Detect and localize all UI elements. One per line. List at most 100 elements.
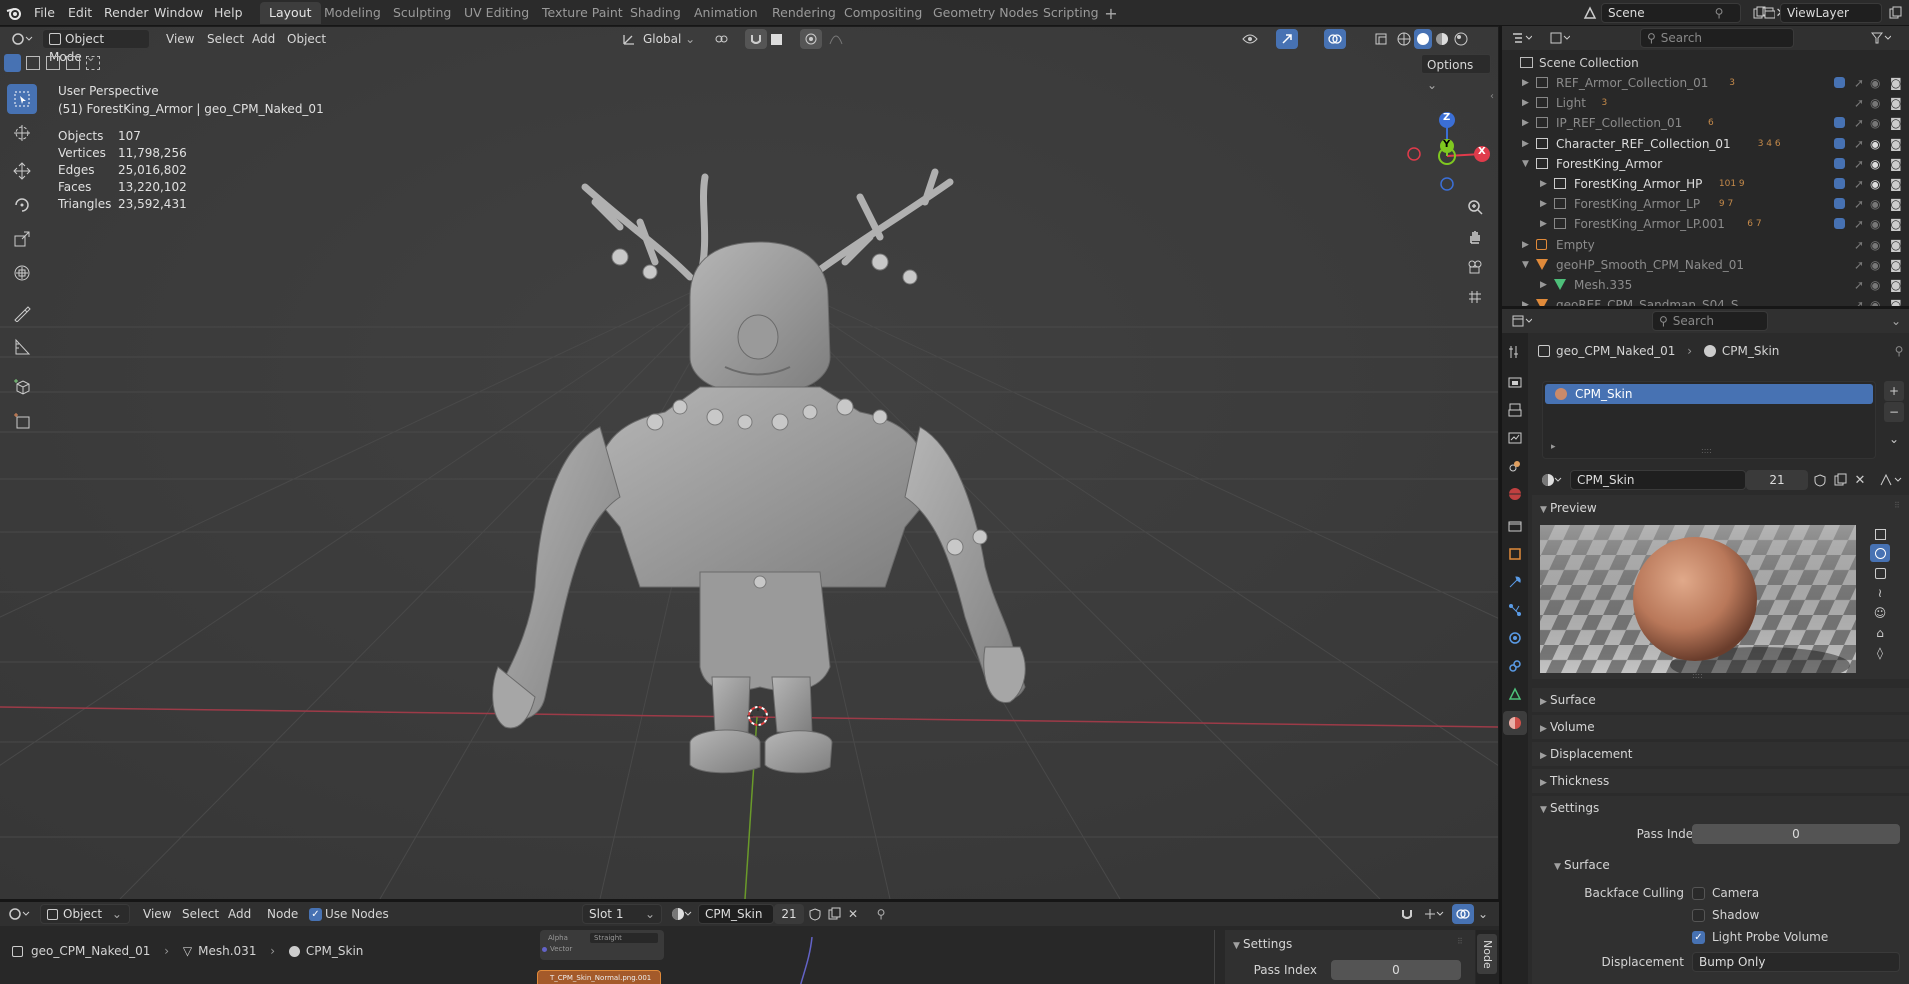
chevron-down-icon[interactable]: ⌄ [1888, 313, 1904, 329]
node-menu-add[interactable]: Add [223, 904, 256, 924]
scene-tab-icon[interactable] [1506, 457, 1524, 475]
modifier-tab-icon[interactable] [1506, 573, 1524, 591]
outliner-row[interactable]: ▶ Mesh.335 ➚ ◉ ◙ [1502, 275, 1909, 295]
chevron-right-icon[interactable]: ▶ [1522, 134, 1529, 154]
data-tab-icon[interactable] [1506, 685, 1524, 703]
add-object-tool-icon[interactable] [7, 406, 37, 436]
shader-type-select[interactable]: Object ⌄ [40, 904, 130, 924]
sidebar-settings-header[interactable]: ▼ Settings [1233, 933, 1292, 955]
properties-search[interactable]: ⚲ Search [1652, 311, 1768, 331]
filter-icon[interactable] [1867, 29, 1895, 47]
chevron-right-icon[interactable]: ▶ [1540, 194, 1547, 214]
gizmo-toggle-icon[interactable] [1276, 29, 1298, 49]
selectable-icon[interactable]: ➚ [1854, 275, 1864, 295]
visibility-eye-icon[interactable]: ◉ [1870, 255, 1880, 275]
visibility-eye-icon[interactable]: ◉ [1870, 93, 1880, 113]
pivot-icon[interactable] [712, 30, 730, 48]
select-subtract-icon[interactable] [46, 56, 60, 70]
pan-hand-icon[interactable] [1462, 224, 1488, 250]
fake-user-icon[interactable] [806, 904, 824, 924]
node-menu-node[interactable]: Node [262, 904, 303, 924]
chevron-right-icon[interactable]: ▶ [1540, 214, 1547, 234]
editor-type-icon[interactable] [8, 29, 36, 49]
xray-icon[interactable] [1370, 29, 1392, 49]
visibility-eye-icon[interactable]: ◉ [1870, 295, 1880, 306]
exclude-checkbox[interactable] [1834, 117, 1845, 129]
slot-menu-icon[interactable]: ⌄ [1884, 429, 1904, 449]
snap-target-icon[interactable] [768, 31, 784, 47]
node-menu-select[interactable]: Select [177, 904, 224, 924]
outliner-row[interactable]: ▶ Character_REF_Collection_01 3 4 6 ➚ ◉ ◙ [1502, 134, 1909, 154]
snap-mode-icon[interactable] [1420, 904, 1448, 924]
preview-flat-icon[interactable] [1870, 525, 1890, 543]
image-node-sockets[interactable]: Alpha Straight Vector [540, 930, 664, 960]
settings-header[interactable]: ▼ Settings [1540, 797, 1599, 819]
tab-shading[interactable]: Shading [621, 2, 690, 24]
transform-orientation-select[interactable]: Global ⌄ [638, 29, 704, 49]
menu-edit[interactable]: Edit [62, 3, 98, 23]
pin-icon[interactable]: ⚲ [872, 904, 890, 924]
outliner-row[interactable]: ▶ ForestKing_Armor_LP 9 7 ➚ ◉ ◙ [1502, 194, 1909, 214]
chevron-down-icon[interactable]: ▼ [1522, 255, 1529, 275]
preview-cube-icon[interactable] [1870, 564, 1890, 582]
preview-header[interactable]: ▼ Preview [1540, 497, 1597, 519]
viewlayer-icon[interactable] [1758, 3, 1778, 23]
selectable-icon[interactable]: ➚ [1854, 214, 1864, 234]
blender-logo-icon[interactable] [4, 3, 24, 23]
duplicate-material-icon[interactable] [825, 904, 843, 924]
pin-icon[interactable]: ⚲ [1892, 343, 1906, 359]
select-invert-icon[interactable] [66, 56, 80, 70]
navigation-gizmo[interactable]: Z X Y [1400, 84, 1495, 194]
select-box-tool-icon[interactable] [7, 84, 37, 114]
overlays-icon[interactable] [1324, 29, 1346, 49]
measure-tool-icon[interactable] [7, 332, 37, 362]
menu-view[interactable]: View [161, 29, 199, 49]
unlink-material-icon[interactable]: ✕ [844, 904, 862, 924]
add-cube-tool-icon[interactable] [7, 372, 37, 402]
scene-icon[interactable] [1580, 3, 1600, 23]
chevron-down-icon[interactable]: ▼ [1522, 154, 1529, 174]
tab-scripting[interactable]: Scripting [1034, 2, 1108, 24]
alpha-mode-field[interactable]: Straight [590, 933, 658, 943]
render-camera-icon[interactable]: ◙ [1890, 73, 1902, 93]
chevron-right-icon[interactable]: ▶ [1522, 93, 1529, 113]
camera-checkbox[interactable] [1692, 887, 1705, 900]
visibility-icon[interactable] [1240, 30, 1260, 48]
cursor-tool-icon[interactable] [7, 118, 37, 148]
render-camera-icon[interactable]: ◙ [1890, 93, 1902, 113]
preview-monkey-icon[interactable]: ☺ [1870, 604, 1890, 622]
exclude-checkbox[interactable] [1834, 137, 1845, 149]
selectable-icon[interactable]: ➚ [1854, 235, 1864, 255]
rotate-tool-icon[interactable] [7, 190, 37, 220]
preview-fluid-icon[interactable]: ◊ [1870, 644, 1890, 662]
properties-editor-icon[interactable] [1508, 312, 1536, 330]
new-viewlayer-icon[interactable] [1886, 5, 1904, 21]
material-slot-item[interactable]: CPM_Skin [1545, 384, 1873, 404]
render-camera-icon[interactable]: ◙ [1890, 113, 1902, 133]
use-nodes-checkbox[interactable]: ✓ [309, 908, 322, 921]
preview-sphere-icon[interactable] [1870, 544, 1890, 562]
outliner-row[interactable]: ▶ REF_Armor_Collection_01 3 ➚ ◉ ◙ [1502, 73, 1909, 93]
preview-hair-icon[interactable]: ≀ [1870, 584, 1890, 602]
object-tab-icon[interactable] [1506, 545, 1524, 563]
particles-tab-icon[interactable] [1506, 601, 1524, 619]
visibility-eye-icon[interactable]: ◉ [1870, 275, 1880, 295]
mode-selector[interactable]: Object Mode ⌄ [42, 29, 150, 64]
fake-user-icon[interactable] [1810, 470, 1830, 490]
menu-help[interactable]: Help [208, 3, 249, 23]
viewport-3d[interactable]: Object Mode ⌄ View Select Add Object Glob… [0, 27, 1498, 899]
selectable-icon[interactable]: ➚ [1854, 154, 1864, 174]
selectable-icon[interactable]: ➚ [1854, 113, 1864, 133]
sidebar-toggle-icon[interactable]: ‹ [1486, 89, 1498, 103]
render-camera-icon[interactable]: ◙ [1890, 134, 1902, 154]
exclude-checkbox[interactable] [1834, 157, 1845, 169]
chevron-right-icon[interactable]: ▶ [1522, 235, 1529, 255]
node-editor-type-icon[interactable] [4, 905, 34, 923]
exclude-checkbox[interactable] [1834, 178, 1845, 189]
outliner-row[interactable]: ▼ geoHP_Smooth_CPM_Naked_01 ➚ ◉ ◙ [1502, 255, 1909, 275]
preview-cloth-icon[interactable]: ⌂ [1870, 624, 1890, 642]
thickness-section[interactable]: ▶ Thickness [1532, 769, 1909, 793]
visibility-eye-icon[interactable]: ◉ [1870, 154, 1880, 174]
material-name-field[interactable]: CPM_Skin [1570, 470, 1746, 490]
exclude-checkbox[interactable] [1834, 198, 1845, 210]
